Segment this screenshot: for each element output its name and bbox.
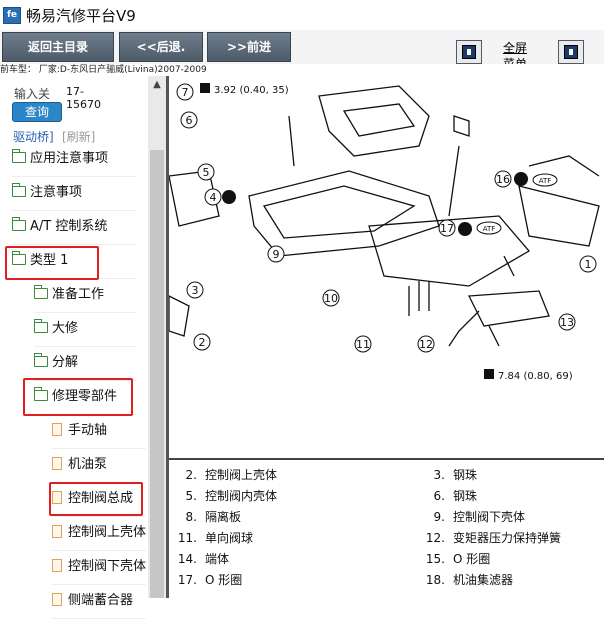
forward-button[interactable]: >>前进 — [207, 32, 291, 62]
legend-item: 18. 机油集滤器 — [425, 573, 514, 587]
legend-item: 17. O 形圈 — [177, 573, 243, 587]
title-bar: fe 畅易汽修平台V9 — [0, 0, 604, 31]
tree-item-app-notes[interactable]: 应用注意事项 — [12, 142, 136, 177]
doc-icon — [52, 558, 62, 572]
tree-item-label: 准备工作 — [52, 287, 105, 302]
legend-item: 6. 钢珠 — [433, 489, 478, 503]
folder-icon — [34, 352, 48, 367]
app-logo-icon: fe — [3, 7, 21, 24]
panel-toggle-icon — [462, 45, 476, 59]
legend-item: 12. 变矩器压力保持弹簧 — [425, 531, 562, 545]
parts-legend: 2. 控制阀上壳体 3. 钢珠 5. 控制阀内壳体 6. 钢珠 8. 隔离板 9. 控制阀下… — [169, 458, 604, 598]
tree-item-label: 手动轴 — [68, 423, 108, 438]
tree-item-label: 控制阀下壳体 — [68, 559, 147, 574]
window-title: 畅易汽修平台V9 — [26, 7, 136, 25]
doc-icon — [52, 456, 62, 470]
tree-item-lower-body[interactable]: 控制阀下壳体 — [52, 550, 146, 585]
tree-item-at-control[interactable]: A/T 控制系统 — [12, 210, 136, 245]
breadcrumb: 前车型： 厂家:D-东风日产骊威(Livina)2007-2009 — [0, 64, 604, 76]
highlight-valve-assy — [49, 482, 143, 516]
search-label: 输入关 — [14, 87, 51, 101]
callout-label: 6 — [186, 114, 193, 127]
tree-item-label: 应用注意事项 — [30, 151, 109, 166]
callout-label: 3 — [192, 284, 199, 297]
callout-label: 7 — [182, 86, 189, 99]
doc-icon — [52, 524, 62, 538]
tree-item-disassembly[interactable]: 分解 — [34, 346, 136, 381]
callout-label: 4 — [210, 191, 217, 204]
folder-icon — [34, 284, 48, 299]
tree-item-notes[interactable]: 注意事项 — [12, 176, 136, 211]
search-value-line1: 17- — [66, 85, 84, 98]
legend-item: 2. 控制阀上壳体 — [185, 468, 278, 482]
tree-item-upper-body[interactable]: 控制阀上壳体 — [52, 516, 146, 551]
folder-icon — [12, 182, 26, 197]
panel-split-icon — [564, 45, 578, 59]
doc-icon — [52, 592, 62, 606]
atf-badge-label-2: ATF — [483, 225, 496, 233]
folder-icon — [12, 216, 26, 231]
tree-item-label: 控制阀上壳体 — [68, 525, 147, 540]
callout-label: 16 — [496, 173, 510, 186]
legend-item: 14. 端体 — [177, 552, 230, 566]
callout-label: 13 — [560, 316, 574, 329]
highlight-repair-parts — [23, 378, 133, 416]
tree-item-label: 侧端蓄合器 — [68, 593, 134, 608]
sidebar-scrollbar[interactable]: ▲ — [148, 76, 166, 598]
tree-item-label: 大修 — [52, 321, 79, 336]
torque-bottom-label: 7.84 (0.80, 69) — [498, 371, 573, 382]
home-button[interactable]: 返回主目录 — [2, 32, 114, 62]
tree-item-oil-pump[interactable]: 机油泵 — [52, 448, 146, 483]
callout-label: 11 — [356, 338, 370, 351]
folder-icon — [12, 148, 26, 163]
tree-item-label: 机油泵 — [68, 457, 108, 472]
callout-label: 5 — [203, 166, 210, 179]
exploded-diagram: 7 6 5 4 9 3 2 16 17 10 11 12 13 1 3.92 (… — [169, 83, 600, 382]
doc-icon — [52, 422, 62, 436]
legend-item: 11. 单向阀球 — [177, 531, 254, 545]
callout-label: 2 — [199, 336, 206, 349]
scrollbar-thumb[interactable] — [150, 150, 164, 598]
tree-item-prep[interactable]: 准备工作 — [34, 278, 136, 313]
tree-item-label: A/T 控制系统 — [30, 219, 108, 234]
tree-item-overhaul[interactable]: 大修 — [34, 312, 136, 347]
torque-top-label: 3.92 (0.40, 35) — [214, 85, 289, 96]
callout-label: 17 — [440, 222, 454, 235]
callout-label: 12 — [419, 338, 433, 351]
legend-item: 15. O 形圈 — [425, 552, 491, 566]
atf-badge-label: ATF — [539, 177, 552, 185]
highlight-type1 — [5, 246, 99, 280]
back-button[interactable]: <<后退. — [119, 32, 203, 62]
callout-label: 9 — [273, 248, 280, 261]
fullscreen-link[interactable]: 全屏 — [503, 39, 527, 56]
tree-item-label: 分解 — [52, 355, 79, 370]
legend-item: 8. 隔离板 — [185, 510, 242, 524]
tree-item-accumulator[interactable]: 侧端蓄合器 — [52, 584, 146, 619]
collapse-panel-button[interactable] — [456, 40, 482, 64]
tree-item-label: 注意事项 — [30, 185, 83, 200]
callout-label: 10 — [324, 292, 338, 305]
scroll-up-arrow-icon[interactable]: ▲ — [148, 76, 166, 94]
content-panel: 7 6 5 4 9 3 2 16 17 10 11 12 13 1 3.92 (… — [169, 76, 604, 598]
search-input[interactable]: 17- 15670 — [66, 85, 101, 111]
callout-label: 1 — [585, 258, 592, 271]
folder-icon — [34, 318, 48, 333]
query-button[interactable]: 查询 — [12, 102, 62, 122]
tree-item-manual-shaft[interactable]: 手动轴 — [52, 414, 146, 449]
legend-item: 9. 控制阀下壳体 — [433, 510, 526, 524]
expand-panel-button[interactable] — [558, 40, 584, 64]
search-value-line2: 15670 — [66, 98, 101, 111]
legend-item: 5. 控制阀内壳体 — [185, 489, 278, 503]
legend-item: 3. 钢珠 — [433, 468, 478, 482]
